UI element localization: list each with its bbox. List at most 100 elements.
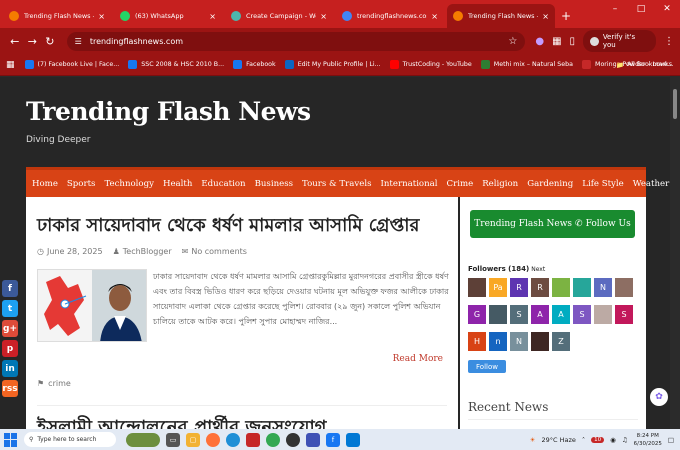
menu-item[interactable]: Health <box>163 179 192 189</box>
extension-purple-icon[interactable]: ● <box>535 36 544 47</box>
post-author[interactable]: TechBlogger <box>123 247 172 256</box>
mail-icon[interactable] <box>246 432 260 447</box>
browser-tab[interactable]: trendingflashnews.com - Go× <box>336 4 444 28</box>
follower-avatar[interactable]: A <box>531 305 549 324</box>
post-comments[interactable]: No comments <box>191 247 247 256</box>
browser-tab[interactable]: Create Campaign - Worked × <box>225 4 333 28</box>
menu-item[interactable]: Sports <box>67 179 96 189</box>
follower-avatar[interactable]: A <box>552 305 570 324</box>
follower-avatar[interactable]: n <box>489 332 507 351</box>
volume-icon[interactable]: ♫ <box>622 436 628 444</box>
notification-badge[interactable]: 10 <box>591 436 605 443</box>
new-tab-button[interactable]: + <box>561 9 571 23</box>
store-icon[interactable] <box>306 432 320 447</box>
site-info-icon[interactable]: ☰ <box>75 37 82 46</box>
pinterest-share-icon[interactable]: p <box>2 340 18 357</box>
url-text[interactable]: trendingflashnews.com <box>90 37 509 46</box>
notes-icon[interactable] <box>346 432 360 447</box>
menu-item[interactable]: Business <box>255 179 293 189</box>
followers-next-link[interactable]: Next <box>531 266 545 273</box>
follower-avatar[interactable]: R <box>531 278 549 297</box>
post-thumbnail[interactable] <box>37 269 147 342</box>
clock[interactable]: 8:24 PM 6/30/2025 <box>634 432 662 448</box>
close-tab-icon[interactable]: × <box>542 12 549 21</box>
forward-icon[interactable]: → <box>24 35 42 48</box>
floating-extension-icon[interactable]: ✿ <box>650 388 668 406</box>
maximize-icon[interactable]: □ <box>628 4 654 14</box>
follower-avatar[interactable]: S <box>573 305 591 324</box>
menu-item[interactable]: Weather <box>633 179 670 189</box>
follower-avatar[interactable]: S <box>510 305 528 324</box>
bookmark-item[interactable]: Methi mix – Natural Seba <box>480 60 573 69</box>
weather-icon[interactable]: ☀ <box>530 436 536 444</box>
follow-button[interactable]: Follow <box>468 360 506 373</box>
notifications-icon[interactable]: □ <box>668 436 674 444</box>
minimize-icon[interactable]: – <box>602 4 628 14</box>
follower-avatar[interactable]: N <box>594 278 612 297</box>
browser-tab[interactable]: Trending Flash News - Go × <box>3 4 111 28</box>
task-view-icon[interactable]: ▭ <box>166 432 180 447</box>
taskbar-image-icon[interactable] <box>126 432 160 447</box>
reload-icon[interactable]: ↻ <box>41 35 59 48</box>
close-tab-icon[interactable]: × <box>98 12 105 21</box>
close-window-icon[interactable]: ✕ <box>654 4 680 14</box>
extensions-icon[interactable]: ▦ <box>552 36 561 47</box>
sidebar-icon[interactable]: ▯ <box>570 36 576 47</box>
bookmark-item[interactable]: Facebook <box>233 60 276 69</box>
page-scrollbar[interactable] <box>670 77 680 429</box>
bookmark-item[interactable]: TrustCoding - YouTube <box>389 60 472 69</box>
menu-item[interactable]: Life Style <box>582 179 623 189</box>
follower-avatar[interactable] <box>615 278 633 297</box>
back-icon[interactable]: ← <box>6 35 24 48</box>
follower-avatar[interactable]: H <box>468 332 486 351</box>
post-title[interactable]: ঢাকার সায়েদাবাদ থেকে ধর্ষণ মামলার আসামি… <box>37 211 419 242</box>
follower-avatar[interactable] <box>573 278 591 297</box>
menu-item[interactable]: International <box>381 179 438 189</box>
close-tab-icon[interactable]: × <box>209 12 216 21</box>
follower-avatar[interactable] <box>468 278 486 297</box>
weather-text[interactable]: 29°C Haze <box>541 436 575 444</box>
chevron-up-icon[interactable]: ˄ <box>582 436 585 444</box>
bookmark-item[interactable]: SSC 2008 & HSC 2010 B... <box>128 60 224 69</box>
follower-avatar[interactable]: S <box>615 305 633 324</box>
close-tab-icon[interactable]: × <box>320 12 327 21</box>
windows-start-icon[interactable] <box>4 432 18 447</box>
twitter-share-icon[interactable]: t <box>2 300 18 317</box>
camera-icon[interactable] <box>286 432 300 447</box>
menu-item[interactable]: Home <box>32 179 58 189</box>
follower-avatar[interactable]: G <box>468 305 486 324</box>
firefox-icon[interactable] <box>206 432 220 447</box>
taskbar-search[interactable]: ⚲ Type here to search <box>24 432 116 447</box>
category-link[interactable]: crime <box>48 379 71 388</box>
apps-grid-icon[interactable]: ▦ <box>6 60 15 70</box>
browser-tab[interactable]: Trending Flash News - Di × <box>447 4 555 28</box>
bookmark-item[interactable]: (7) Facebook Live | Face... <box>24 60 119 69</box>
follower-avatar[interactable]: R <box>510 278 528 297</box>
read-more-link[interactable]: Read More <box>393 354 443 364</box>
next-post-title[interactable]: ইসলামী আন্দোলনের প্রার্থীর জনসংযোগ <box>37 413 326 429</box>
facebook-app-icon[interactable]: f <box>326 432 340 447</box>
bookmark-item[interactable]: Edit My Public Profile | Li... <box>284 60 381 69</box>
menu-item[interactable]: Education <box>201 179 245 189</box>
follower-avatar[interactable]: Pa <box>489 278 507 297</box>
menu-item[interactable]: Gardening <box>527 179 573 189</box>
menu-item[interactable]: Tours & Travels <box>302 179 371 189</box>
menu-item[interactable]: Technology <box>104 179 154 189</box>
facebook-share-icon[interactable]: f <box>2 280 18 297</box>
googleplus-share-icon[interactable]: g+ <box>2 320 18 337</box>
menu-item[interactable]: Religion <box>482 179 518 189</box>
address-bar[interactable]: ☰ trendingflashnews.com ☆ <box>66 31 526 51</box>
all-bookmarks-button[interactable]: 📁 All Bookmarks <box>616 61 672 69</box>
follower-avatar[interactable]: N <box>510 332 528 351</box>
follower-avatar[interactable]: Z <box>552 332 570 351</box>
wifi-icon[interactable]: ◉ <box>610 436 616 444</box>
linkedin-share-icon[interactable]: in <box>2 360 18 377</box>
close-tab-icon[interactable]: × <box>431 12 438 21</box>
follower-avatar[interactable] <box>489 305 507 324</box>
edge-icon[interactable] <box>226 432 240 447</box>
follower-avatar[interactable] <box>531 332 549 351</box>
site-title[interactable]: Trending Flash News <box>26 97 311 126</box>
follow-site-button[interactable]: Trending Flash News ✆ Follow Us <box>470 210 635 238</box>
browser-tab[interactable]: (63) WhatsApp × <box>114 4 222 28</box>
follower-avatar[interactable] <box>552 278 570 297</box>
